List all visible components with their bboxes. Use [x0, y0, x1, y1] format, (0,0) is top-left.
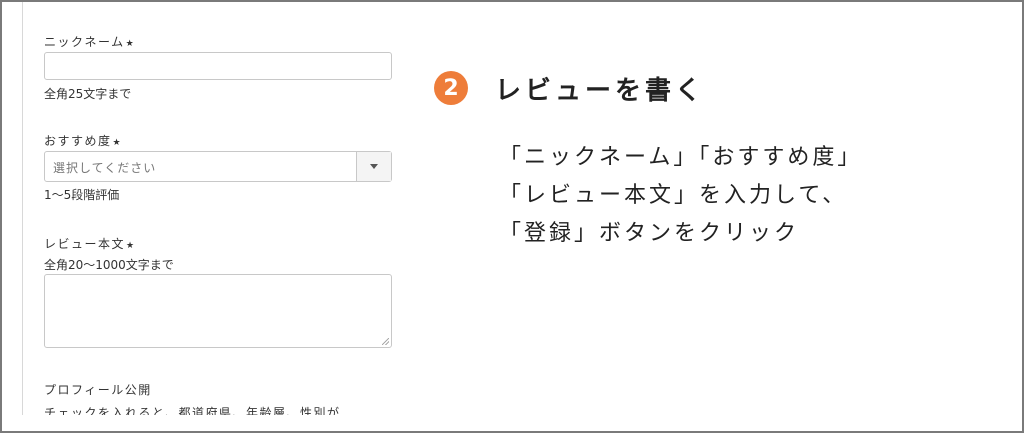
rating-placeholder: 選択してください	[53, 161, 157, 175]
rating-hint: 1〜5段階評価	[44, 188, 120, 202]
required-mark: ★	[112, 138, 123, 148]
instruction-line: 「レビュー本文」を入力して、	[499, 183, 848, 208]
caret-down-icon	[370, 164, 378, 169]
nickname-label: ニックネーム★	[44, 35, 136, 49]
review-body-hint: 全角20〜1000文字まで	[44, 258, 174, 272]
review-body-textarea[interactable]	[44, 274, 392, 348]
profile-label: プロフィール公開	[44, 383, 152, 397]
step-title: レビューを書く	[495, 76, 706, 106]
required-mark: ★	[125, 39, 136, 49]
profile-description: チェックを入れると、都道府県、年齢層、性別が	[44, 406, 341, 415]
required-mark: ★	[126, 241, 136, 251]
dropdown-toggle[interactable]	[356, 152, 391, 181]
resize-handle-icon[interactable]	[382, 338, 389, 345]
rating-select[interactable]: 選択してください	[44, 151, 392, 182]
screenshot-frame: ニックネーム★ 全角25文字まで おすすめ度★ 選択してください 1〜5段階評価…	[0, 0, 1024, 433]
review-body-label: レビュー本文★	[44, 237, 136, 251]
review-form: ニックネーム★ 全角25文字まで おすすめ度★ 選択してください 1〜5段階評価…	[22, 2, 413, 415]
instruction-line: 「登録」ボタンをクリック	[499, 221, 800, 246]
nickname-hint: 全角25文字まで	[44, 87, 132, 101]
nickname-input[interactable]	[44, 52, 392, 80]
rating-label: おすすめ度★	[44, 134, 123, 148]
step-number-badge: 2	[434, 71, 468, 105]
instruction-line: 「ニックネーム」「おすすめ度」	[499, 145, 863, 170]
